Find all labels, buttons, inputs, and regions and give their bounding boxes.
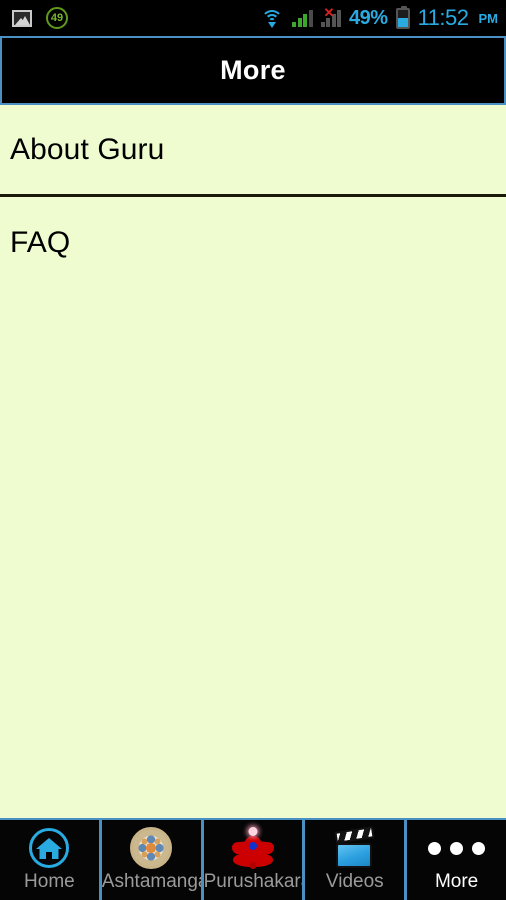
tab-label: Purushakara bbox=[203, 872, 303, 892]
status-bar-left: 49 bbox=[12, 7, 68, 29]
notification-badge-icon: 49 bbox=[46, 7, 68, 29]
battery-percent-label: 49% bbox=[349, 6, 388, 29]
tab-more[interactable]: More bbox=[404, 820, 506, 900]
tab-home[interactable]: Home bbox=[0, 820, 99, 900]
three-dots-icon bbox=[407, 826, 506, 870]
bottom-tab-bar: Home Ashtamangala Purushakara bbox=[0, 818, 506, 900]
list-item-label: About Guru bbox=[10, 132, 165, 166]
tab-label: Ashtamangala bbox=[101, 872, 201, 892]
signal-bars-icon bbox=[292, 9, 313, 27]
tab-ashtamangala[interactable]: Ashtamangala bbox=[98, 820, 201, 900]
status-bar: 49 ✕ 49% 11:52 PM bbox=[0, 0, 506, 36]
title-bar: More bbox=[0, 36, 506, 105]
page-title: More bbox=[220, 55, 286, 85]
tab-label: More bbox=[434, 872, 479, 892]
clock-ampm-label: PM bbox=[478, 10, 499, 26]
list-item-about-guru[interactable]: About Guru bbox=[0, 105, 506, 197]
home-icon bbox=[0, 826, 99, 870]
status-bar-right: ✕ 49% 11:52 PM bbox=[260, 5, 498, 31]
settings-list: About Guru FAQ bbox=[0, 105, 506, 818]
battery-icon bbox=[395, 5, 410, 29]
x-mark-icon: ✕ bbox=[323, 5, 335, 20]
tab-label: Videos bbox=[325, 872, 384, 892]
signal-bars-error-icon: ✕ bbox=[320, 5, 342, 27]
yoga-icon bbox=[204, 826, 303, 870]
tab-label: Home bbox=[24, 872, 75, 892]
app-screen: 49 ✕ 49% 11:52 PM More About Guru FAQ Ho… bbox=[0, 0, 506, 900]
list-item-label: FAQ bbox=[10, 226, 71, 259]
list-item-faq[interactable]: FAQ bbox=[0, 197, 506, 289]
gallery-icon bbox=[12, 9, 32, 27]
tab-purushakara[interactable]: Purushakara bbox=[200, 820, 303, 900]
tab-videos[interactable]: Videos bbox=[302, 820, 405, 900]
clock-label: 11:52 bbox=[417, 5, 469, 30]
wifi-icon bbox=[260, 9, 284, 28]
clapperboard-icon bbox=[305, 826, 404, 870]
mandala-icon bbox=[102, 826, 201, 870]
